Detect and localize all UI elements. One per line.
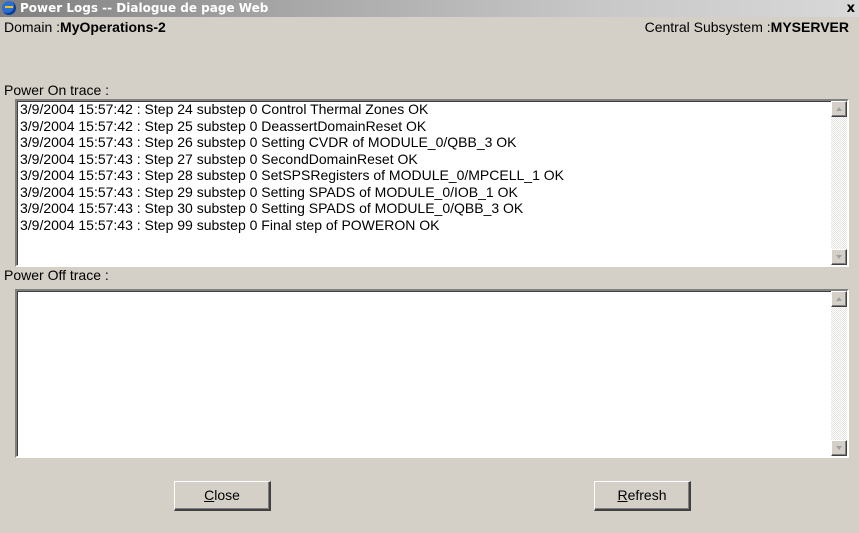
- close-button[interactable]: Close: [174, 481, 271, 511]
- power-off-trace-textarea[interactable]: [15, 289, 849, 458]
- domain-info: Domain :MyOperations-2: [4, 19, 166, 35]
- close-mnemonic: C: [204, 487, 215, 503]
- central-subsystem-info: Central Subsystem :MYSERVER: [645, 19, 849, 35]
- scroll-up-button[interactable]: [831, 101, 847, 117]
- trace-line: 3/9/2004 15:57:42 : Step 25 substep 0 De…: [20, 117, 427, 134]
- central-subsystem-label: Central Subsystem :: [644, 19, 771, 35]
- trace-line: 3/9/2004 15:57:42 : Step 24 substep 0 Co…: [20, 101, 429, 117]
- power-on-scrollbar[interactable]: [831, 101, 847, 265]
- refresh-mnemonic: R: [617, 487, 628, 503]
- power-off-trace-label: Power Off trace :: [4, 267, 109, 283]
- scroll-down-button[interactable]: [831, 440, 847, 456]
- trace-line: 3/9/2004 15:57:43 : Step 27 substep 0 Se…: [20, 150, 418, 167]
- arrow-down-icon: [836, 446, 842, 450]
- arrow-down-icon: [836, 255, 842, 259]
- trace-line: 3/9/2004 15:57:43 : Step 28 substep 0 Se…: [20, 167, 564, 183]
- trace-line: 3/9/2004 15:57:43 : Step 99 substep 0 Fi…: [20, 216, 440, 233]
- trace-line: 3/9/2004 15:57:43 : Step 29 substep 0 Se…: [20, 183, 518, 200]
- domain-label: Domain :: [4, 19, 61, 35]
- window-title: Power Logs -- Dialogue de page Web: [20, 1, 269, 15]
- scroll-up-button[interactable]: [831, 291, 847, 307]
- ie-page-icon: [2, 1, 16, 15]
- power-off-scrollbar[interactable]: [831, 291, 847, 456]
- title-bar: Power Logs -- Dialogue de page Web x: [0, 0, 859, 17]
- power-on-trace-textarea[interactable]: 3/9/2004 15:57:42 : Step 24 substep 0 Co…: [15, 99, 849, 267]
- close-window-icon[interactable]: x: [847, 0, 855, 17]
- trace-line: 3/9/2004 15:57:43 : Step 26 substep 0 Se…: [20, 134, 517, 150]
- arrow-up-icon: [836, 297, 842, 301]
- arrow-up-icon: [836, 107, 842, 111]
- refresh-button[interactable]: Refresh: [594, 481, 691, 511]
- central-subsystem-value: MYSERVER: [770, 19, 849, 35]
- refresh-label: efresh: [627, 487, 667, 503]
- scroll-down-button[interactable]: [831, 249, 847, 265]
- power-on-trace-label: Power On trace :: [4, 82, 110, 98]
- power-on-trace-content: 3/9/2004 15:57:42 : Step 24 substep 0 Co…: [20, 101, 829, 233]
- close-label: lose: [214, 487, 240, 503]
- domain-value: MyOperations-2: [60, 19, 166, 35]
- trace-line: 3/9/2004 15:57:43 : Step 30 substep 0 Se…: [20, 200, 524, 216]
